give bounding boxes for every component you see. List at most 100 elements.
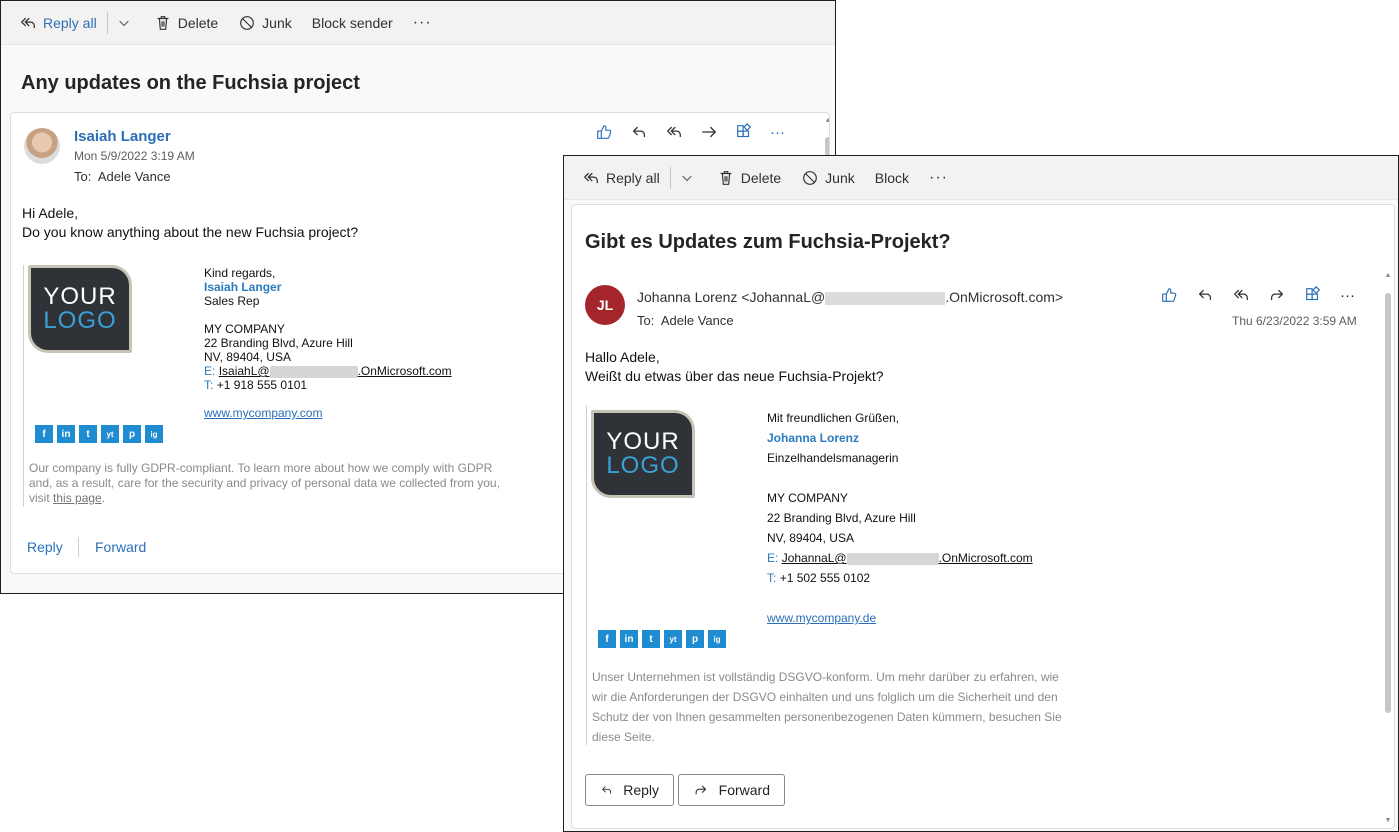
toolbar: Reply all Delete Junk Block ··· [564, 156, 1398, 200]
reply-icon [1196, 286, 1214, 304]
message-actions: ··· [1160, 286, 1355, 304]
apps-icon [1304, 286, 1322, 304]
gdpr-notice: Our company is fully GDPR-compliant. To … [29, 461, 500, 505]
reply-all-icon [19, 14, 37, 32]
youtube-icon[interactable]: yt [101, 425, 119, 443]
sender-avatar[interactable] [24, 128, 60, 164]
scrollbar-thumb[interactable] [1385, 293, 1391, 713]
signature-email-link[interactable]: JohannaL@ .OnMicrosoft.com [782, 551, 1033, 565]
junk-icon [801, 169, 819, 187]
twitter-icon[interactable]: t [642, 630, 660, 648]
forward-link[interactable]: Forward [95, 539, 146, 555]
social-links: f in t yt p ig [598, 630, 726, 648]
signature-border [23, 265, 24, 507]
reply-all-button[interactable]: Reply all [582, 169, 660, 187]
signature-company: MY COMPANY [767, 491, 848, 505]
facebook-icon[interactable]: f [35, 425, 53, 443]
apps-button[interactable] [735, 123, 753, 141]
pinterest-icon[interactable]: p [686, 630, 704, 648]
signature-details: Mit freundlichen Grüßen, Johanna Lorenz … [767, 408, 1033, 628]
linkedin-icon[interactable]: in [620, 630, 638, 648]
junk-button[interactable]: Junk [238, 14, 292, 32]
reply-link[interactable]: Reply [27, 539, 63, 555]
recipient-line: To: Adele Vance [637, 313, 734, 328]
sender-name[interactable]: Isaiah Langer [74, 128, 171, 145]
scroll-up-arrow[interactable]: ▲ [824, 117, 829, 125]
signature-website-link[interactable]: www.mycompany.com [204, 406, 452, 420]
instagram-icon[interactable]: ig [708, 630, 726, 648]
gdpr-notice: Unser Unternehmen ist vollständig DSGVO-… [592, 667, 1062, 747]
forward-icon [693, 781, 709, 799]
sent-date: Thu 6/23/2022 3:59 AM [1232, 314, 1357, 328]
redacted-text [846, 552, 939, 565]
junk-icon [238, 14, 256, 32]
sender-avatar[interactable]: JL [585, 285, 625, 325]
instagram-icon[interactable]: ig [145, 425, 163, 443]
linkedin-icon[interactable]: in [57, 425, 75, 443]
reply-button[interactable]: Reply [585, 774, 674, 806]
block-sender-button[interactable]: Block sender [312, 15, 393, 31]
forward-arrow-icon [700, 123, 718, 141]
delete-button[interactable]: Delete [717, 169, 781, 187]
email-body-line: Weißt du etwas über das neue Fuchsia-Pro… [585, 368, 884, 384]
youtube-icon[interactable]: yt [664, 630, 682, 648]
message-card: Gibt es Updates zum Fuchsia-Projekt? JL … [571, 204, 1395, 829]
reply-all-icon [1232, 286, 1250, 304]
email-subject: Gibt es Updates zum Fuchsia-Projekt? [585, 231, 951, 253]
signature-border [586, 405, 587, 745]
like-button[interactable] [1160, 286, 1178, 304]
reply-all-button[interactable]: Reply all [19, 14, 97, 32]
reply-options-dropdown[interactable] [116, 15, 132, 31]
forward-button[interactable]: Forward [678, 774, 785, 806]
signature-phone: T: +1 918 555 0101 [204, 378, 308, 392]
signature-title: Einzelhandelsmanagerin [767, 451, 899, 465]
gdpr-link[interactable]: this page [53, 491, 102, 505]
forward-icon-button[interactable] [1268, 286, 1286, 304]
apps-button[interactable] [1304, 286, 1322, 304]
email-window-german: Reply all Delete Junk Block ··· Gibt es … [563, 155, 1399, 832]
facebook-icon[interactable]: f [598, 630, 616, 648]
email-subject: Any updates on the Fuchsia project [21, 72, 360, 94]
reply-icon-button[interactable] [1196, 286, 1214, 304]
block-button[interactable]: Block [875, 170, 909, 186]
junk-button[interactable]: Junk [801, 169, 855, 187]
sender-address[interactable]: Johanna Lorenz <JohannaL@ .OnMicrosoft.co… [637, 289, 1063, 305]
reply-all-icon-button[interactable] [665, 123, 683, 141]
delete-icon [154, 14, 172, 32]
recipient-name[interactable]: Adele Vance [98, 169, 171, 184]
reply-all-icon [665, 123, 683, 141]
scroll-down-arrow[interactable]: ▼ [1384, 817, 1392, 825]
signature-email: E: JohannaL@ .OnMicrosoft.com [767, 551, 1033, 565]
signature-details: Kind regards, Isaiah Langer Sales Rep MY… [204, 266, 452, 420]
social-links: f in t yt p ig [35, 425, 163, 443]
email-greeting: Hallo Adele, [585, 349, 660, 365]
reply-icon [600, 781, 613, 799]
signature-website-link[interactable]: www.mycompany.de [767, 608, 1033, 628]
more-options-button[interactable]: ··· [929, 169, 948, 187]
gdpr-link[interactable]: diese Seite. [592, 727, 1062, 747]
forward-icon [1268, 286, 1286, 304]
sent-date: Mon 5/9/2022 3:19 AM [74, 149, 195, 163]
reply-all-icon-button[interactable] [1232, 286, 1250, 304]
recipient-name[interactable]: Adele Vance [661, 313, 734, 328]
like-button[interactable] [595, 123, 613, 141]
signature-phone: T: +1 502 555 0102 [767, 571, 871, 585]
signature-email: E: IsaiahL@ .OnMicrosoft.com [204, 364, 452, 378]
company-logo: YOUR LOGO [28, 265, 132, 353]
chevron-down-icon [116, 15, 132, 31]
signature-email-link[interactable]: IsaiahL@ .OnMicrosoft.com [219, 364, 452, 378]
toolbar: Reply all Delete Junk Block sender ··· [1, 1, 835, 45]
email-body-line: Do you know anything about the new Fuchs… [22, 224, 359, 240]
signature-name: Isaiah Langer [204, 280, 282, 294]
scroll-up-arrow[interactable]: ▲ [1384, 272, 1392, 280]
more-options-button[interactable]: ··· [413, 14, 432, 32]
redacted-text [825, 291, 946, 305]
delete-button[interactable]: Delete [154, 14, 218, 32]
more-actions-button[interactable]: ··· [770, 124, 785, 141]
more-actions-button[interactable]: ··· [1340, 287, 1355, 304]
pinterest-icon[interactable]: p [123, 425, 141, 443]
twitter-icon[interactable]: t [79, 425, 97, 443]
reply-icon-button[interactable] [630, 123, 648, 141]
forward-icon-button[interactable] [700, 123, 718, 141]
reply-options-dropdown[interactable] [679, 170, 695, 186]
